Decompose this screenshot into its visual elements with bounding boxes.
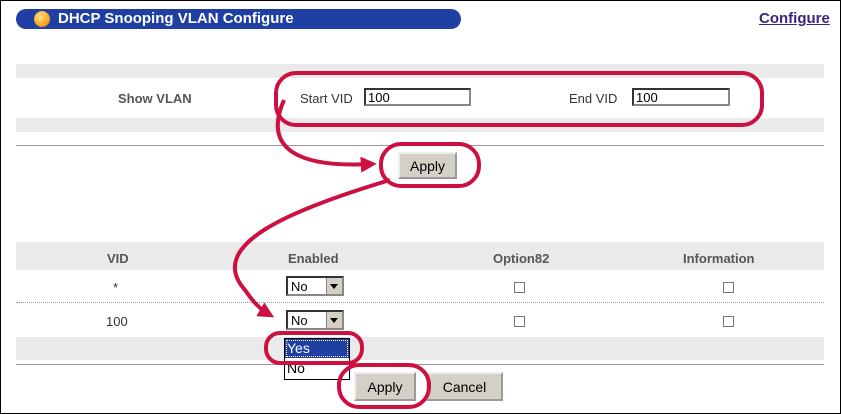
callout-annotations <box>232 71 764 409</box>
arrow-to-apply <box>276 99 377 173</box>
highlight-footer-apply <box>337 363 431 409</box>
highlight-yes-option <box>264 331 364 365</box>
highlight-show-apply <box>379 142 481 188</box>
highlight-vid-range <box>274 71 764 127</box>
arrow-to-dropdown <box>232 178 391 318</box>
